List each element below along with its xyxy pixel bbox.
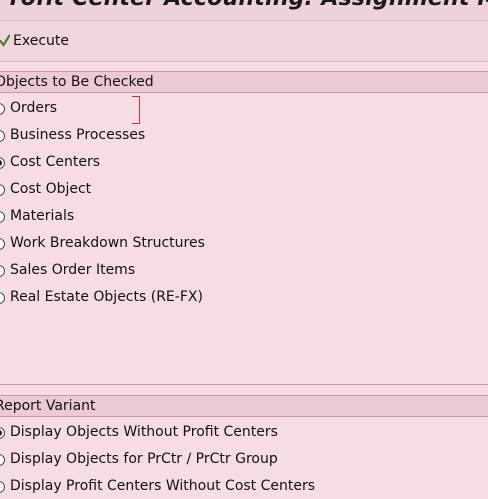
- report-variant-option-label: Display Objects for PrCtr / PrCtr Group: [10, 451, 278, 467]
- report-section-header: Report Variant: [0, 395, 488, 417]
- section-divider: [0, 384, 488, 385]
- title-bar: Profit Center Accounting: Assignment Mon…: [0, 0, 488, 20]
- report-section-title: Report Variant: [0, 398, 96, 414]
- radio-button[interactable]: [0, 265, 5, 277]
- execute-button[interactable]: Execute: [0, 31, 69, 51]
- object-type-option-label: Materials: [10, 208, 75, 224]
- object-type-option-label: Real Estate Objects (RE-FX): [10, 289, 203, 305]
- report-variant-option-label: Display Objects Without Profit Centers: [10, 424, 278, 440]
- report-variant-option-label: Display Profit Centers Without Cost Cent…: [10, 478, 316, 494]
- radio-button[interactable]: [0, 481, 5, 493]
- object-type-option-label: Cost Centers: [10, 154, 100, 170]
- radio-button[interactable]: [0, 238, 5, 250]
- page-title: Profit Center Accounting: Assignment Mon…: [0, 0, 488, 11]
- object-type-option-label: Work Breakdown Structures: [10, 235, 205, 251]
- execute-check-icon: [0, 34, 10, 47]
- radio-button[interactable]: [0, 103, 5, 115]
- application-toolbar: Execute: [0, 20, 488, 62]
- radio-button[interactable]: [0, 184, 5, 196]
- radio-button[interactable]: [0, 427, 5, 439]
- radio-button[interactable]: [0, 292, 5, 304]
- radio-button[interactable]: [0, 211, 5, 223]
- objects-section-title: Objects to Be Checked: [0, 74, 154, 90]
- radio-button[interactable]: [0, 130, 5, 142]
- object-type-option-label: Business Processes: [10, 127, 146, 143]
- object-type-option-label: Sales Order Items: [10, 262, 136, 278]
- execute-label: Execute: [13, 33, 69, 49]
- focus-frame: [131, 96, 140, 124]
- object-type-option-label: Cost Object: [10, 181, 92, 197]
- radio-button[interactable]: [0, 157, 5, 169]
- object-type-option-label: Orders: [10, 100, 58, 116]
- radio-button[interactable]: [0, 454, 5, 466]
- objects-section-header: Objects to Be Checked: [0, 71, 488, 93]
